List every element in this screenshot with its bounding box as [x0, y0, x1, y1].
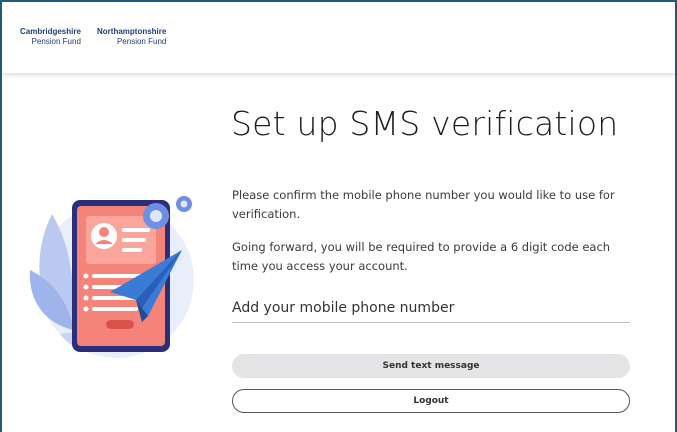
logo-left-line2: Pension Fund [31, 37, 81, 46]
send-text-message-button[interactable]: Send text message [232, 354, 630, 378]
logout-button[interactable]: Logout [232, 389, 630, 413]
cambridgeshire-logo[interactable]: Cambridgeshire Pension Fund [20, 27, 81, 47]
northamptonshire-logo[interactable]: Northamptonshire Pension Fund [97, 27, 166, 47]
code-requirement-text: Going forward, you will be required to p… [232, 240, 611, 273]
app-frame: Cambridgeshire Pension Fund Northamptons… [0, 0, 677, 432]
page-title: Set up SMS verification [231, 104, 619, 143]
mobile-phone-input[interactable] [232, 293, 630, 323]
logo-right-line2: Pension Fund [116, 37, 167, 46]
phone-with-paper-plane-illustration [29, 196, 194, 358]
logo-right-line1: Northamptonshire [97, 27, 167, 36]
logo-left-line1: Cambridgeshire [20, 27, 81, 36]
confirm-number-text: Please confirm the mobile phone number y… [232, 188, 615, 221]
site-header: Cambridgeshire Pension Fund Northamptons… [2, 2, 675, 74]
